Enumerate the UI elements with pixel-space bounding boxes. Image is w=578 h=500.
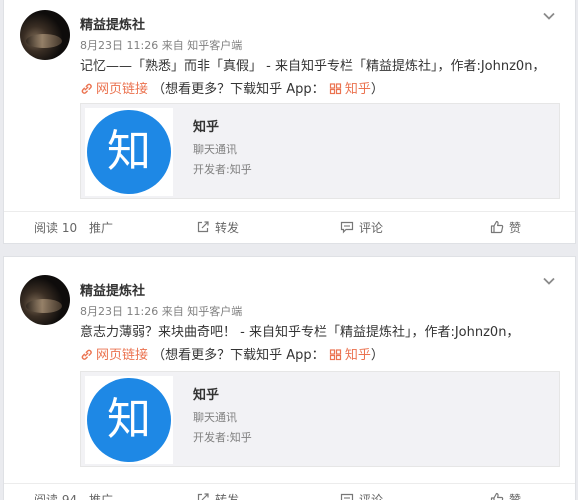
via-label: 来自 [161, 39, 184, 52]
comment-button[interactable]: 评论 [340, 484, 383, 500]
promote-button[interactable]: 推广 [89, 212, 113, 244]
like-label: 赞 [509, 221, 522, 235]
avatar[interactable] [20, 10, 70, 60]
app-link[interactable]: 知乎 [329, 82, 371, 97]
avatar[interactable] [20, 275, 70, 325]
weibo-post: 精益提炼社 8月23日 11:26 来自 知乎客户端 意志力薄弱？来块曲奇吧！ … [3, 256, 576, 500]
post-meta: 8月23日 11:26 来自 知乎客户端 [80, 37, 242, 53]
post-text-main: 意志力薄弱？来块曲奇吧！ - 来自知乎专栏「精益提炼社」，作者:Johnz0n， [80, 325, 520, 340]
repost-label: 转发 [215, 493, 240, 500]
app-category: 聊天通讯 [193, 143, 237, 156]
post-source[interactable]: 知乎客户端 [187, 39, 242, 52]
weibo-post: 精益提炼社 8月23日 11:26 来自 知乎客户端 记忆——「熟悉」而非「真假… [3, 0, 576, 244]
post-text-main: 记忆——「熟悉」而非「真假」 - 来自知乎专栏「精益提炼社」，作者:Johnz0… [80, 59, 546, 74]
post-text-after-link: （想看更多？下载知乎 App： [152, 82, 325, 97]
zhihu-app-logo: 知 [85, 108, 173, 196]
read-count: 阅读 94 [34, 493, 78, 500]
comment-icon [340, 221, 354, 234]
post-text-end: ） [370, 348, 384, 363]
chevron-down-icon[interactable] [541, 8, 557, 24]
app-grid-icon [329, 83, 341, 95]
comment-button[interactable]: 评论 [340, 212, 383, 244]
app-card[interactable]: 知 知乎 聊天通讯 开发者:知乎 [80, 103, 560, 199]
zhihu-logo-char: 知 [87, 378, 171, 462]
link-icon [81, 83, 92, 94]
app-category: 聊天通讯 [193, 411, 237, 424]
link-icon [81, 349, 92, 360]
promote-button[interactable]: 推广 [89, 484, 113, 500]
comment-label: 评论 [359, 221, 384, 235]
read-count: 阅读 10 [34, 221, 78, 235]
user-name[interactable]: 精益提炼社 [80, 280, 145, 299]
app-developer: 开发者:知乎 [193, 431, 252, 444]
action-bar: 阅读 94 推广 转发 评论 赞 [4, 483, 575, 500]
repost-icon [197, 493, 209, 500]
thumbs-up-icon [490, 220, 504, 234]
app-name: 知乎 [193, 120, 220, 135]
app-name: 知乎 [193, 388, 220, 403]
post-text: 意志力薄弱？来块曲奇吧！ - 来自知乎专栏「精益提炼社」，作者:Johnz0n，… [80, 321, 550, 367]
user-name[interactable]: 精益提炼社 [80, 14, 145, 33]
app-developer: 开发者:知乎 [193, 163, 252, 176]
post-timestamp[interactable]: 8月23日 11:26 [80, 39, 158, 52]
app-link-label: 知乎 [344, 348, 371, 363]
repost-button[interactable]: 转发 [196, 212, 239, 244]
web-link[interactable]: 网页链接 [80, 82, 148, 97]
repost-icon [197, 221, 209, 233]
post-text-after-link: （想看更多？下载知乎 App： [152, 348, 325, 363]
post-text: 记忆——「熟悉」而非「真假」 - 来自知乎专栏「精益提炼社」，作者:Johnz0… [80, 55, 550, 101]
repost-button[interactable]: 转发 [196, 484, 239, 500]
like-label: 赞 [509, 493, 522, 500]
chevron-down-icon[interactable] [541, 273, 557, 289]
app-link-label: 知乎 [344, 82, 371, 97]
like-button[interactable]: 赞 [490, 212, 521, 244]
zhihu-app-logo: 知 [85, 376, 173, 464]
web-link[interactable]: 网页链接 [80, 348, 148, 363]
app-link[interactable]: 知乎 [329, 348, 371, 363]
post-meta: 8月23日 11:26 来自 知乎客户端 [80, 303, 242, 319]
comment-label: 评论 [359, 493, 384, 500]
repost-label: 转发 [215, 221, 240, 235]
post-source[interactable]: 知乎客户端 [187, 305, 242, 318]
post-timestamp[interactable]: 8月23日 11:26 [80, 305, 158, 318]
app-grid-icon [329, 349, 341, 361]
via-label: 来自 [161, 305, 184, 318]
thumbs-up-icon [490, 492, 504, 500]
web-link-label: 网页链接 [96, 348, 149, 363]
app-card[interactable]: 知 知乎 聊天通讯 开发者:知乎 [80, 371, 560, 467]
post-text-end: ） [370, 82, 384, 97]
action-bar: 阅读 10 推广 转发 评论 赞 [4, 211, 575, 243]
like-button[interactable]: 赞 [490, 484, 521, 500]
zhihu-logo-char: 知 [87, 110, 171, 194]
comment-icon [340, 493, 354, 500]
web-link-label: 网页链接 [96, 82, 149, 97]
